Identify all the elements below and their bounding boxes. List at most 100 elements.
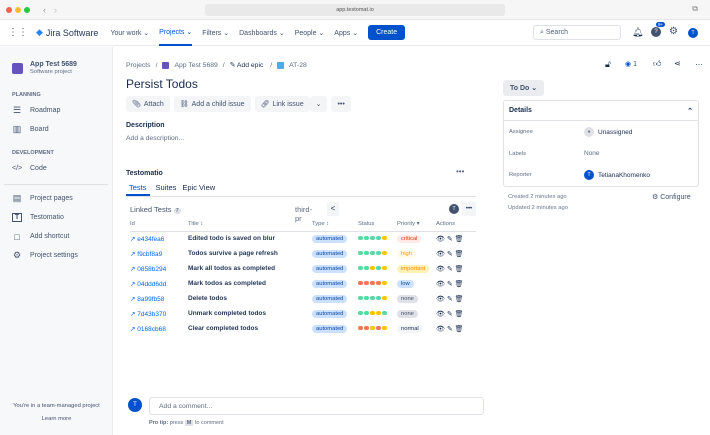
edit-icon[interactable]: ✎ (447, 251, 453, 258)
testomatio-more-button[interactable]: ••• (456, 167, 464, 176)
labels-value[interactable]: None (584, 150, 600, 157)
edit-icon[interactable]: ✎ (447, 311, 453, 318)
test-title[interactable]: Unmark completed todos (188, 306, 312, 321)
learn-more-link[interactable]: Learn more (0, 416, 113, 422)
status-dot (358, 235, 363, 241)
app-switcher-icon[interactable]: ⋮⋮ (8, 27, 28, 38)
type-badge: automated (312, 265, 348, 273)
nav-filters[interactable]: Filters ⌄ (202, 29, 229, 37)
tab-epic-view[interactable]: Epic View (182, 183, 215, 196)
maximize-window-button[interactable] (24, 6, 30, 13)
settings-icon[interactable]: ⚙ (669, 26, 678, 37)
tab-suites[interactable]: Suites (156, 183, 177, 196)
delete-icon[interactable]: 🗑︎ (455, 326, 464, 333)
test-id-link[interactable]: ↗ 8a99fb58 (130, 291, 188, 306)
test-title[interactable]: Mark todos as completed (188, 276, 312, 291)
status-dropdown[interactable]: To Do ⌄ (503, 80, 545, 96)
sidebar-item-project-settings[interactable]: ⚙ Project settings (0, 246, 112, 265)
like-icon[interactable]: 👍︎ (653, 59, 661, 69)
view-icon[interactable]: 👁︎ (436, 236, 445, 243)
edit-icon[interactable]: ✎ (447, 326, 453, 333)
test-id-link[interactable]: ↗ e434fea6 (130, 231, 188, 246)
add-child-issue-button[interactable]: ⛓︎ Add a child issue (173, 96, 251, 112)
more-actions-button[interactable]: ••• (331, 96, 351, 112)
view-icon[interactable]: 👁︎ (436, 296, 445, 303)
edit-icon[interactable]: ✎ (447, 266, 453, 273)
details-header[interactable]: Details ⌃ (504, 101, 698, 121)
test-title[interactable]: Mark all todos as completed (188, 261, 312, 276)
watch-button[interactable]: ◉ 1 (625, 60, 637, 68)
test-id-link[interactable]: ↗ f9cbf8a9 (130, 246, 188, 261)
nav-your-work[interactable]: Your work ⌄ (110, 29, 149, 37)
view-icon[interactable]: 👁︎ (436, 266, 445, 273)
col-priority[interactable]: Priority ▾ (397, 217, 436, 232)
configure-button[interactable]: ⚙ Configure (652, 193, 691, 201)
delete-icon[interactable]: 🗑︎ (455, 251, 464, 258)
delete-icon[interactable]: 🗑︎ (455, 281, 464, 288)
project-header[interactable]: App Test 5689 Software project (0, 47, 112, 81)
breadcrumb-add-epic[interactable]: ✎ Add epic (230, 61, 264, 69)
sidebar-item-add-shortcut[interactable]: □ Add shortcut (0, 227, 112, 246)
nav-dashboards[interactable]: Dashboards ⌄ (239, 29, 285, 37)
share-icon[interactable]: ⋖ (674, 59, 681, 68)
breadcrumb-project[interactable]: App Test 5689 (174, 62, 217, 69)
notifications-icon[interactable]: 🔔︎ (632, 27, 643, 38)
assignee-value[interactable]: Unassigned (598, 129, 632, 136)
nav-apps[interactable]: Apps ⌄ (334, 29, 358, 37)
edit-icon[interactable]: ✎ (447, 281, 453, 288)
link-dropdown-button[interactable]: ⌄ (309, 96, 328, 112)
view-icon[interactable]: 👁︎ (436, 311, 445, 318)
test-id-link[interactable]: ↗ 0858b294 (130, 261, 188, 276)
view-icon[interactable]: 👁︎ (436, 326, 445, 333)
sidebar-item-code[interactable]: </> Code (0, 159, 112, 178)
link-issue-button[interactable]: 🔗︎ Link issue (254, 96, 310, 112)
comment-input[interactable]: Add a comment... (149, 397, 484, 415)
nav-projects[interactable]: Projects ⌄ (159, 20, 193, 46)
col-type[interactable]: Type ↕ (312, 217, 358, 232)
address-bar[interactable]: app.testomat.io (205, 4, 505, 16)
test-id-link[interactable]: ↗ 04ddd6dd (130, 276, 188, 291)
delete-icon[interactable]: 🗑︎ (455, 266, 464, 273)
description-field[interactable]: Add a description... (126, 135, 184, 142)
user-avatar[interactable]: T (688, 28, 698, 38)
test-id-link[interactable]: ↗ 7d43b370 (130, 306, 188, 321)
minimize-window-button[interactable] (15, 6, 21, 13)
back-icon[interactable]: ‹ (43, 5, 46, 15)
breadcrumb-projects[interactable]: Projects (126, 62, 151, 69)
tests-more-button[interactable]: ••• (462, 202, 476, 216)
test-title[interactable]: Delete todos (188, 291, 312, 306)
tabs-icon[interactable]: ⧉ (692, 4, 698, 14)
more-icon[interactable]: … (695, 58, 703, 67)
view-icon[interactable]: 👁︎ (436, 281, 445, 288)
delete-icon[interactable]: 🗑︎ (455, 296, 464, 303)
priority-badge: critical (397, 235, 422, 244)
sidebar-item-roadmap[interactable]: ☰ Roadmap (0, 101, 112, 120)
view-icon[interactable]: 👁︎ (436, 251, 445, 258)
sidebar-item-project-pages[interactable]: ▤ Project pages (0, 189, 112, 208)
test-title[interactable]: Edited todo is saved on blur (188, 231, 312, 246)
delete-icon[interactable]: 🗑︎ (455, 311, 464, 318)
search-input[interactable]: ⌕ Search (533, 25, 621, 40)
test-id-link[interactable]: ↗ 0168cb68 (130, 321, 188, 336)
test-title[interactable]: Clear completed todos (188, 321, 312, 336)
breadcrumb-issue[interactable]: AT-28 (289, 62, 307, 69)
attach-button[interactable]: 📎︎ Attach (126, 96, 170, 112)
test-title[interactable]: Todos survive a page refresh (188, 246, 312, 261)
edit-icon[interactable]: ✎ (447, 236, 453, 243)
issue-title[interactable]: Persist Todos (126, 77, 198, 91)
sidebar-item-testomatio[interactable]: T Testomatio (0, 208, 112, 227)
share-branch-button[interactable]: < (327, 202, 339, 216)
product-name[interactable]: Jira Software (46, 28, 99, 38)
create-button[interactable]: Create (368, 25, 406, 40)
tab-tests[interactable]: Tests (126, 183, 150, 196)
nav-people[interactable]: People ⌄ (295, 29, 325, 37)
forward-icon[interactable]: › (54, 5, 57, 15)
close-window-button[interactable] (6, 6, 12, 13)
edit-icon[interactable]: ✎ (447, 296, 453, 303)
delete-icon[interactable]: 🗑︎ (455, 236, 464, 243)
lock-icon[interactable]: 🔓︎ (605, 59, 611, 70)
col-title[interactable]: Title ↕ (188, 217, 312, 232)
help-icon[interactable]: ? (651, 27, 661, 37)
reporter-value[interactable]: TetianaKhomenko (598, 172, 650, 179)
sidebar-item-board[interactable]: ▥ Board (0, 120, 112, 139)
